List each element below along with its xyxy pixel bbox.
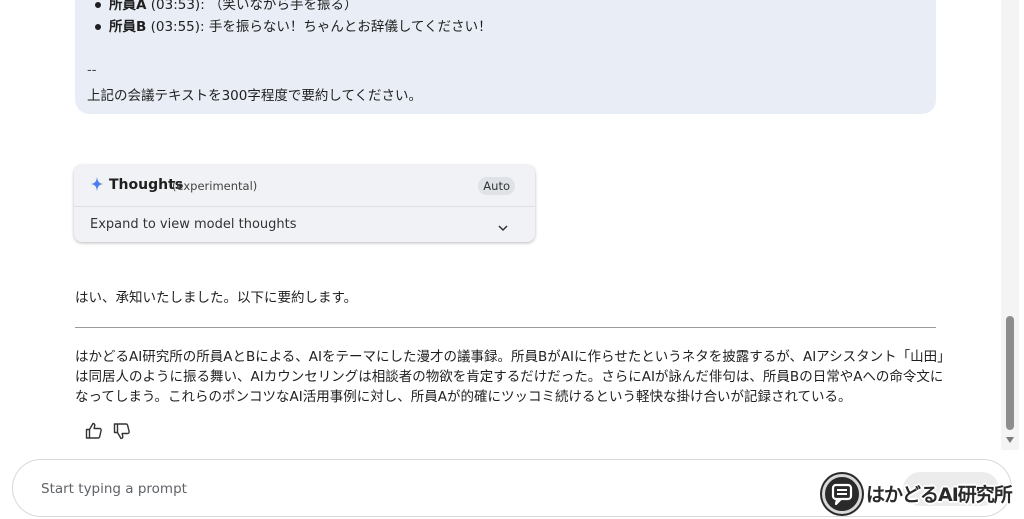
- response-intro: はい、承知いたしました。以下に要約します。: [75, 290, 358, 306]
- thoughts-subtitle: (experimental): [172, 179, 258, 193]
- separator: --: [87, 63, 97, 78]
- transcript-list: 所員A (03:53): （笑いながら手を振る） 所員B (03:55): 手を…: [93, 0, 492, 38]
- chat-bubble-icon: [822, 474, 862, 514]
- response-summary: はかどるAI研究所の所員AとBによる、AIをテーマにした漫才の議事録。所員BがA…: [75, 349, 944, 405]
- transcript-line: 所員B (03:55): 手を振らない！ちゃんとお辞儀してください！: [93, 16, 492, 38]
- watermark-logo: はかどるAI研究所: [820, 470, 1022, 516]
- thumbs-up-icon[interactable]: [84, 421, 104, 441]
- watermark-text: はかどるAI研究所: [866, 484, 1013, 506]
- transcript-line: 所員A (03:53): （笑いながら手を振る）: [93, 0, 492, 16]
- timestamp: (03:55):: [150, 19, 205, 35]
- scroll-down-icon[interactable]: [1006, 437, 1014, 443]
- line-text: （笑いながら手を振る）: [209, 0, 358, 13]
- thoughts-header: Thoughts (experimental) Auto: [74, 165, 535, 207]
- thumbs-down-icon[interactable]: [112, 421, 132, 441]
- sparkle-icon: [90, 176, 104, 192]
- expand-thoughts-button[interactable]: Expand to view model thoughts: [74, 207, 535, 242]
- expand-label: Expand to view model thoughts: [90, 217, 297, 232]
- chevron-down-icon: [497, 219, 509, 232]
- prompt-input[interactable]: [41, 477, 741, 501]
- divider: [75, 327, 936, 328]
- scrollbar-thumb[interactable]: [1006, 316, 1014, 430]
- user-instruction: 上記の会議テキストを300字程度で要約してください。: [87, 88, 423, 104]
- thoughts-panel: Thoughts (experimental) Auto Expand to v…: [74, 165, 535, 242]
- speaker-name: 所員A: [109, 0, 147, 13]
- line-text: 手を振らない！ちゃんとお辞儀してください！: [208, 19, 492, 35]
- speaker-name: 所員B: [109, 19, 147, 35]
- mode-chip[interactable]: Auto: [478, 177, 515, 195]
- feedback-buttons: [84, 421, 132, 441]
- timestamp: (03:53):: [150, 0, 205, 13]
